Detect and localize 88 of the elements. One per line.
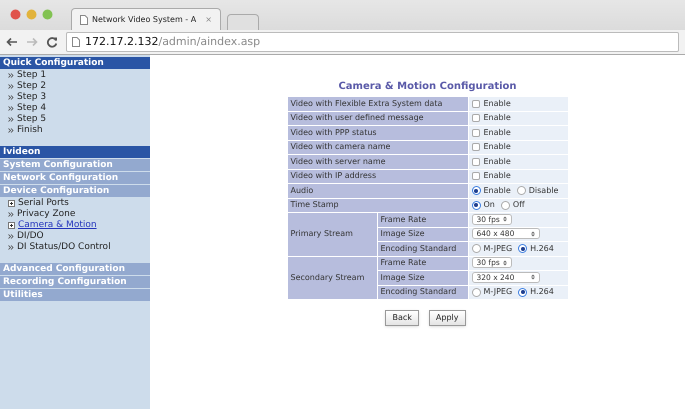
sidebar-link[interactable]: Camera & Motion [18, 218, 97, 232]
radio-label: H.264 [530, 242, 554, 255]
double-chevron-icon [8, 73, 14, 78]
radio-label: On [484, 199, 495, 212]
double-chevron-icon [8, 95, 14, 100]
reload-icon[interactable] [46, 36, 58, 48]
updown-icon [530, 274, 534, 280]
updown-icon [530, 230, 534, 237]
radio-label: Disable [528, 184, 558, 197]
browser-tab[interactable]: Network Video System - A × [71, 8, 221, 30]
table-cell: Video with Flexible Extra System data [287, 96, 468, 111]
table-cell: Encoding Standard [377, 285, 468, 300]
form-button[interactable]: Apply [428, 310, 466, 326]
double-chevron-icon [8, 245, 14, 250]
radio-button[interactable] [472, 200, 480, 210]
checkbox-label: Enable [484, 126, 511, 139]
radio-button[interactable] [472, 244, 480, 254]
double-chevron-icon [8, 212, 14, 217]
tab-title: Network Video System - A [92, 14, 196, 26]
plus-square-icon[interactable] [8, 222, 15, 229]
table-cell: Video with user defined message [287, 111, 468, 126]
radio-button[interactable] [500, 200, 510, 210]
checkbox-label: Enable [484, 170, 511, 182]
checkbox-label: Enable [484, 98, 511, 110]
sidebar-link[interactable]: Step 5 [17, 112, 46, 126]
radio-button[interactable] [472, 186, 480, 196]
sidebar-link[interactable]: Step 2 [17, 80, 46, 94]
checkbox-label: Enable [484, 112, 511, 124]
table-cell: Frame Rate [377, 212, 468, 227]
sidebar-link[interactable]: Privacy Zone [17, 208, 76, 222]
page-icon [80, 14, 88, 25]
double-chevron-icon [8, 128, 14, 133]
sidebar-header[interactable]: Quick Configuration [0, 57, 150, 69]
sidebar-link[interactable]: Step 1 [17, 68, 46, 82]
table-cell: Secondary Stream [287, 256, 377, 300]
sidebar-link[interactable]: DI/DO [17, 230, 44, 244]
sidebar-link[interactable]: Finish [17, 124, 43, 138]
checkbox-label: Enable [484, 141, 511, 154]
back-icon[interactable] [6, 37, 18, 48]
radio-label: Enable [484, 184, 511, 197]
table-cell: Video with IP address [287, 169, 468, 184]
new-tab-button[interactable] [227, 14, 259, 30]
checkbox[interactable] [472, 143, 480, 152]
double-chevron-icon [8, 106, 14, 111]
double-chevron-icon [8, 84, 14, 89]
url-text: 172.17.2.132/admin/aindex.asp [85, 34, 260, 50]
checkbox-label: Enable [484, 156, 511, 168]
sidebar-link[interactable]: Step 3 [17, 90, 46, 104]
table-cell: Audio [287, 184, 468, 198]
sidebar-link[interactable]: Step 4 [17, 102, 46, 116]
table-cell: Video with PPP status [287, 126, 468, 140]
plus-square-icon[interactable] [8, 200, 15, 207]
table-cell: Image Size [377, 270, 468, 285]
radio-label: H.264 [530, 286, 554, 298]
checkbox[interactable] [472, 158, 480, 166]
sidebar-header[interactable]: Ivideon [0, 146, 150, 158]
radio-button[interactable] [518, 244, 528, 254]
updown-icon [502, 216, 506, 222]
radio-button[interactable] [518, 288, 528, 297]
radio-label: Off [512, 199, 525, 212]
forward-icon[interactable] [26, 37, 38, 48]
radio-button[interactable] [472, 288, 480, 297]
close-window-icon[interactable] [10, 8, 21, 20]
updown-icon [502, 260, 506, 266]
address-field[interactable]: 172.17.2.132/admin/aindex.asp [66, 32, 679, 52]
table-cell: Encoding Standard [377, 242, 468, 256]
sidebar-link[interactable]: DI Status/DO Control [17, 240, 111, 254]
table-cell: Time Stamp [287, 198, 468, 212]
sidebar-link[interactable]: Serial Ports [18, 196, 69, 210]
table-cell: Image Size [377, 227, 468, 242]
checkbox[interactable] [472, 128, 480, 137]
maximize-window-icon[interactable] [42, 8, 53, 20]
form-title: Camera & Motion Configuration [338, 80, 517, 94]
minimize-window-icon[interactable] [26, 8, 37, 20]
table-cell: Video with camera name [287, 140, 468, 154]
radio-button[interactable] [516, 186, 526, 196]
checkbox[interactable] [472, 100, 480, 108]
radio-label: M-JPEG [484, 242, 512, 255]
page-icon [72, 37, 80, 48]
table-cell: Frame Rate [377, 256, 468, 270]
double-chevron-icon [8, 234, 14, 239]
checkbox[interactable] [472, 114, 480, 122]
double-chevron-icon [8, 117, 14, 122]
radio-label: M-JPEG [484, 286, 512, 298]
table-cell: Primary Stream [287, 212, 377, 256]
form-button[interactable]: Back [385, 310, 419, 326]
table-cell: Video with server name [287, 154, 468, 169]
checkbox[interactable] [472, 172, 480, 180]
